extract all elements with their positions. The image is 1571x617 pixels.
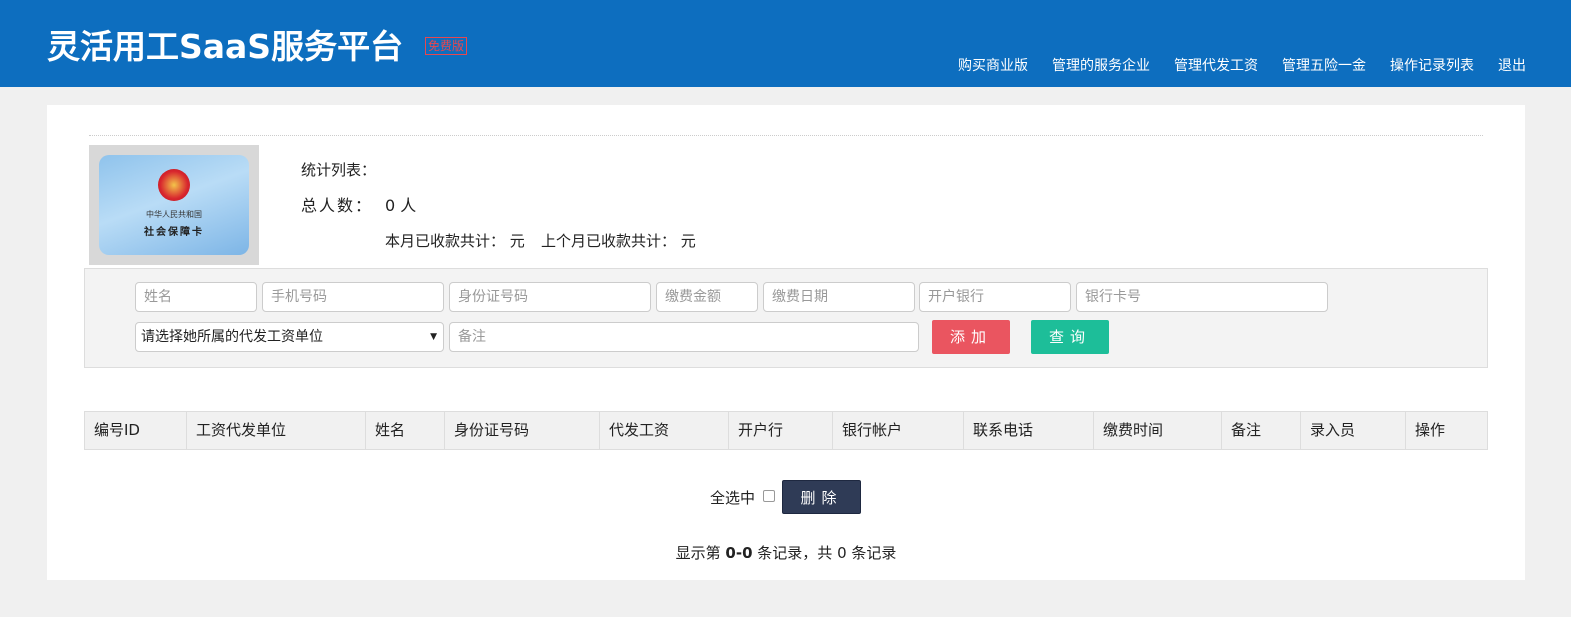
entry-form: 请选择她所属的代发工资单位 ▼ 添加 查询 bbox=[84, 268, 1488, 368]
select-all-label: 全选中 bbox=[710, 489, 756, 507]
free-edition-badge: 免费版 bbox=[425, 37, 468, 55]
col-phone: 联系电话 bbox=[964, 412, 1094, 449]
col-operator: 录入员 bbox=[1301, 412, 1406, 449]
dropdown-arrow-icon: ▼ bbox=[430, 332, 437, 342]
bank-input[interactable] bbox=[919, 282, 1071, 312]
nav-logout[interactable]: 退出 bbox=[1498, 55, 1526, 75]
select-all-checkbox[interactable] bbox=[763, 490, 775, 502]
pagination-suffix: 条记录，共 0 条记录 bbox=[757, 544, 897, 562]
col-salary: 代发工资 bbox=[600, 412, 729, 449]
stats-list-label: 统计列表： bbox=[301, 161, 377, 179]
pagination-range: 0-0 bbox=[725, 544, 753, 562]
records-table-header: 编号ID 工资代发单位 姓名 身份证号码 代发工资 开户行 银行帐户 联系电话 … bbox=[84, 411, 1488, 450]
total-value: 0 人 bbox=[385, 196, 417, 215]
social-security-card: 中华人民共和国 社会保障卡 bbox=[99, 155, 249, 255]
name-input[interactable] bbox=[135, 282, 257, 312]
date-input[interactable] bbox=[763, 282, 915, 312]
remark-input[interactable] bbox=[449, 322, 919, 352]
col-idcard: 身份证号码 bbox=[445, 412, 600, 449]
query-button[interactable]: 查询 bbox=[1031, 320, 1109, 354]
nav-manage-payroll[interactable]: 管理代发工资 bbox=[1174, 55, 1258, 75]
delete-button[interactable]: 删除 bbox=[782, 480, 861, 514]
nav-manage-insurance[interactable]: 管理五险一金 bbox=[1282, 55, 1366, 75]
brand-title: 灵活用工SaaS服务平台 bbox=[47, 27, 404, 66]
nav-buy-commercial[interactable]: 购买商业版 bbox=[958, 55, 1028, 75]
pagination-info: 显示第 0-0 条记录，共 0 条记录 bbox=[47, 542, 1525, 563]
pagination-prefix: 显示第 bbox=[675, 544, 721, 562]
card-caption-title: 社会保障卡 bbox=[144, 227, 204, 238]
col-id: 编号ID bbox=[85, 412, 187, 449]
col-action: 操作 bbox=[1415, 421, 1446, 439]
col-remark: 备注 bbox=[1222, 412, 1301, 449]
col-pay-time: 缴费时间 bbox=[1094, 412, 1222, 449]
payroll-unit-select[interactable]: 请选择她所属的代发工资单位 ▼ bbox=[135, 322, 444, 352]
idcard-input[interactable] bbox=[449, 282, 651, 312]
add-button[interactable]: 添加 bbox=[932, 320, 1010, 354]
col-name: 姓名 bbox=[366, 412, 445, 449]
nav-managed-companies[interactable]: 管理的服务企业 bbox=[1052, 55, 1150, 75]
card-number-input[interactable] bbox=[1076, 282, 1328, 312]
amount-input[interactable] bbox=[656, 282, 758, 312]
monthly-received: 本月已收款共计： 元 bbox=[385, 232, 525, 250]
last-month-received: 上个月已收款共计： 元 bbox=[541, 232, 696, 250]
card-caption-country: 中华人民共和国 bbox=[146, 210, 202, 219]
col-payroll-unit: 工资代发单位 bbox=[187, 412, 366, 449]
payroll-unit-select-value: 请选择她所属的代发工资单位 bbox=[141, 329, 323, 345]
col-bank-account: 银行帐户 bbox=[833, 412, 964, 449]
main-panel: 中华人民共和国 社会保障卡 统计列表： 总人数： 0 人 本月已收款共计： 元 … bbox=[47, 105, 1525, 580]
col-bank: 开户行 bbox=[729, 412, 833, 449]
top-header: 灵活用工SaaS服务平台 免费版 购买商业版 管理的服务企业 管理代发工资 管理… bbox=[0, 0, 1571, 87]
phone-input[interactable] bbox=[262, 282, 444, 312]
nav-operation-log[interactable]: 操作记录列表 bbox=[1390, 55, 1474, 75]
divider bbox=[89, 135, 1483, 136]
top-nav: 购买商业版 管理的服务企业 管理代发工资 管理五险一金 操作记录列表 退出 bbox=[958, 55, 1526, 75]
national-emblem-icon bbox=[158, 169, 190, 201]
social-security-card-image: 中华人民共和国 社会保障卡 bbox=[89, 145, 259, 265]
total-label: 总人数： bbox=[301, 196, 374, 215]
